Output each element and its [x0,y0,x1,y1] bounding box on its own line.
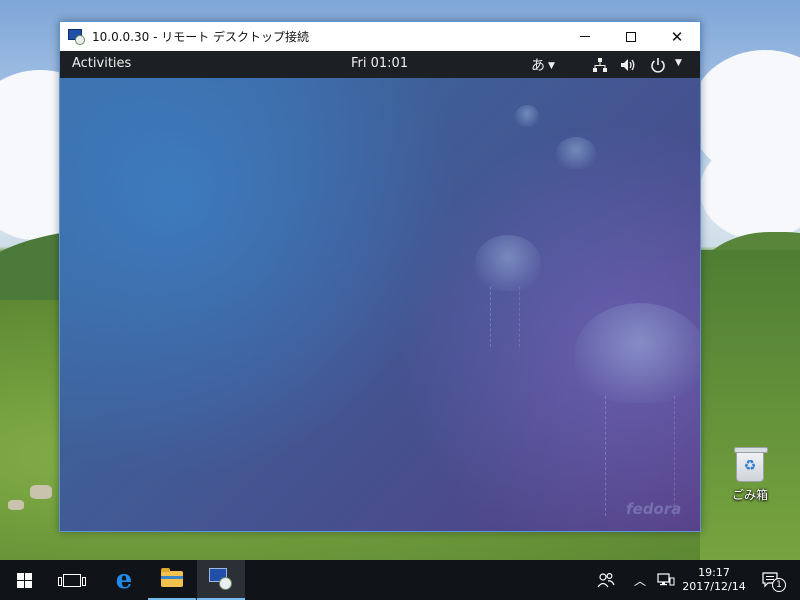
jellyfish-decoration [556,137,596,169]
show-hidden-icons-button[interactable]: ︿ [632,560,648,600]
maximize-icon [626,31,636,42]
taskbar-clock[interactable]: 19:17 2017/12/14 [682,560,746,600]
file-explorer-button[interactable] [148,560,196,600]
jellyfish-tentacles [605,396,675,516]
jellyfish-tentacles [490,287,520,347]
taskbar-date: 2017/12/14 [682,580,746,593]
recycle-bin-icon: ♻ [734,447,768,482]
system-menu-chevron-icon[interactable]: ▼ [675,58,682,68]
edge-button[interactable]: e [100,560,148,600]
close-icon: ✕ [670,27,684,46]
task-view-icon [58,573,86,587]
jellyfish-decoration [515,105,539,127]
remote-desktop-icon[interactable] [68,28,86,45]
windows-taskbar: e ︿ 19:17 2017/12/14 1 [0,560,800,600]
window-titlebar[interactable]: 10.0.0.30 - リモート デスクトップ接続 ✕ [60,22,700,51]
meadow [700,250,800,560]
action-center-button[interactable]: 1 [756,560,786,600]
task-view-button[interactable] [48,560,96,600]
people-icon [597,572,615,588]
network-icon [657,573,675,586]
power-icon[interactable] [650,57,666,73]
taskbar-time: 19:17 [698,566,730,579]
network-tray-button[interactable] [656,560,676,600]
windows-logo-icon [16,572,32,588]
jellyfish-decoration [475,235,541,291]
minimize-icon [580,36,590,37]
start-button[interactable] [0,560,48,600]
input-method-label: あ [531,58,545,74]
fedora-watermark: fedora [626,500,682,518]
minimize-button[interactable] [562,22,608,51]
edge-icon: e [115,565,133,595]
maximize-button[interactable] [608,22,654,51]
remote-desktop-window[interactable]: 10.0.0.30 - リモート デスクトップ接続 ✕ fedora Activ… [59,21,701,532]
recycle-bin-label: ごみ箱 [731,488,768,502]
gnome-clock[interactable]: Fri 01:01 [351,56,408,71]
rock [30,485,52,499]
chevron-up-icon: ︿ [633,573,646,588]
rock [8,500,24,510]
remote-desktop-icon [209,568,233,590]
folder-icon [161,568,183,587]
input-method-menu[interactable]: あ ▼ [531,55,555,75]
close-button[interactable]: ✕ [654,22,700,51]
people-button[interactable] [596,560,616,600]
jellyfish-decoration [575,303,700,403]
activities-button[interactable]: Activities [72,56,131,71]
window-title: 10.0.0.30 - リモート デスクトップ接続 [92,30,310,44]
gnome-top-bar: Activities Fri 01:01 あ ▼ ▼ [60,51,700,78]
notification-count-badge: 1 [772,578,786,592]
recycle-bin-shortcut[interactable]: ♻ ごみ箱 [722,447,778,506]
wired-network-icon[interactable] [592,57,608,73]
gnome-session[interactable]: fedora Activities Fri 01:01 あ ▼ ▼ [60,51,700,531]
chevron-down-icon: ▼ [548,61,555,71]
remote-desktop-taskbar-button[interactable] [197,560,245,600]
volume-icon[interactable] [620,57,636,73]
